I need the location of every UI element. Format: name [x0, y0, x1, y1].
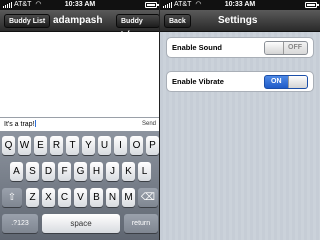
- key-s[interactable]: S: [26, 162, 39, 181]
- key-u[interactable]: U: [98, 136, 111, 155]
- key-g[interactable]: G: [74, 162, 87, 181]
- key-w[interactable]: W: [18, 136, 31, 155]
- key-z[interactable]: Z: [26, 188, 39, 207]
- key-t[interactable]: T: [66, 136, 79, 155]
- toggle-knob: [265, 42, 284, 54]
- back-button[interactable]: Back: [164, 14, 191, 28]
- numbers-key[interactable]: .?123: [2, 214, 38, 233]
- key-x[interactable]: X: [42, 188, 55, 207]
- backspace-icon: ⌫: [140, 192, 156, 203]
- onscreen-keyboard: Q W E R T Y U I O P A S D F G H J K L ⇧ …: [0, 131, 160, 240]
- settings-list: Enable Sound OFF Enable Vibrate ON: [160, 32, 320, 240]
- battery-icon: [305, 2, 319, 8]
- battery-icon: [145, 2, 159, 8]
- key-a[interactable]: A: [10, 162, 23, 181]
- key-c[interactable]: C: [58, 188, 71, 207]
- text-cursor: [34, 120, 36, 127]
- shift-key[interactable]: ⇧: [2, 188, 22, 207]
- space-key[interactable]: space: [42, 214, 120, 233]
- buddy-list-button[interactable]: Buddy List: [4, 14, 51, 28]
- key-v[interactable]: V: [74, 188, 87, 207]
- send-button[interactable]: Send: [142, 121, 156, 127]
- status-time: 10:33 AM: [64, 1, 96, 8]
- return-key[interactable]: return: [124, 214, 158, 233]
- key-r[interactable]: R: [50, 136, 63, 155]
- status-bar: AT&T ◠ 10:33 AM: [0, 0, 160, 10]
- chat-title: adampash: [53, 15, 103, 26]
- vibrate-toggle[interactable]: ON: [264, 75, 308, 89]
- backspace-key[interactable]: ⌫: [138, 188, 158, 207]
- message-text: It's a trap!: [4, 121, 35, 128]
- key-p[interactable]: P: [146, 136, 159, 155]
- key-i[interactable]: I: [114, 136, 127, 155]
- settings-nav-bar: Back Settings: [160, 10, 320, 32]
- toggle-state: OFF: [288, 44, 302, 51]
- message-input[interactable]: It's a trap!: [4, 120, 36, 128]
- toggle-state: ON: [271, 78, 282, 85]
- setting-row-vibrate: Enable Vibrate ON: [166, 71, 314, 92]
- key-m[interactable]: M: [122, 188, 135, 207]
- status-time: 10:33 AM: [224, 1, 256, 8]
- settings-screen: AT&T ◠ 10:33 AM Back Settings Enable Sou…: [160, 0, 320, 240]
- setting-row-sound: Enable Sound OFF: [166, 37, 314, 58]
- settings-title: Settings: [218, 15, 258, 26]
- key-b[interactable]: B: [90, 188, 103, 207]
- message-input-bar: It's a trap! Send: [0, 117, 160, 131]
- key-k[interactable]: K: [122, 162, 135, 181]
- key-y[interactable]: Y: [82, 136, 95, 155]
- key-f[interactable]: F: [58, 162, 71, 181]
- key-l[interactable]: L: [138, 162, 151, 181]
- key-h[interactable]: H: [90, 162, 103, 181]
- toggle-knob: [288, 76, 307, 88]
- key-d[interactable]: D: [42, 162, 55, 181]
- chat-screen: AT&T ◠ 10:33 AM Buddy List adampash Budd…: [0, 0, 160, 240]
- key-o[interactable]: O: [130, 136, 143, 155]
- key-n[interactable]: N: [106, 188, 119, 207]
- setting-label: Enable Sound: [172, 43, 223, 52]
- key-e[interactable]: E: [34, 136, 47, 155]
- setting-label: Enable Vibrate: [172, 77, 224, 86]
- status-bar: AT&T ◠ 10:33 AM: [160, 0, 320, 10]
- buddy-info-button[interactable]: Buddy Info: [116, 14, 160, 38]
- shift-arrow-icon: ⇧: [7, 192, 17, 203]
- conversation-area[interactable]: [0, 32, 160, 117]
- sound-toggle[interactable]: OFF: [264, 41, 308, 55]
- chat-nav-bar: Buddy List adampash Buddy Info: [0, 10, 160, 38]
- key-q[interactable]: Q: [2, 136, 15, 155]
- key-j[interactable]: J: [106, 162, 119, 181]
